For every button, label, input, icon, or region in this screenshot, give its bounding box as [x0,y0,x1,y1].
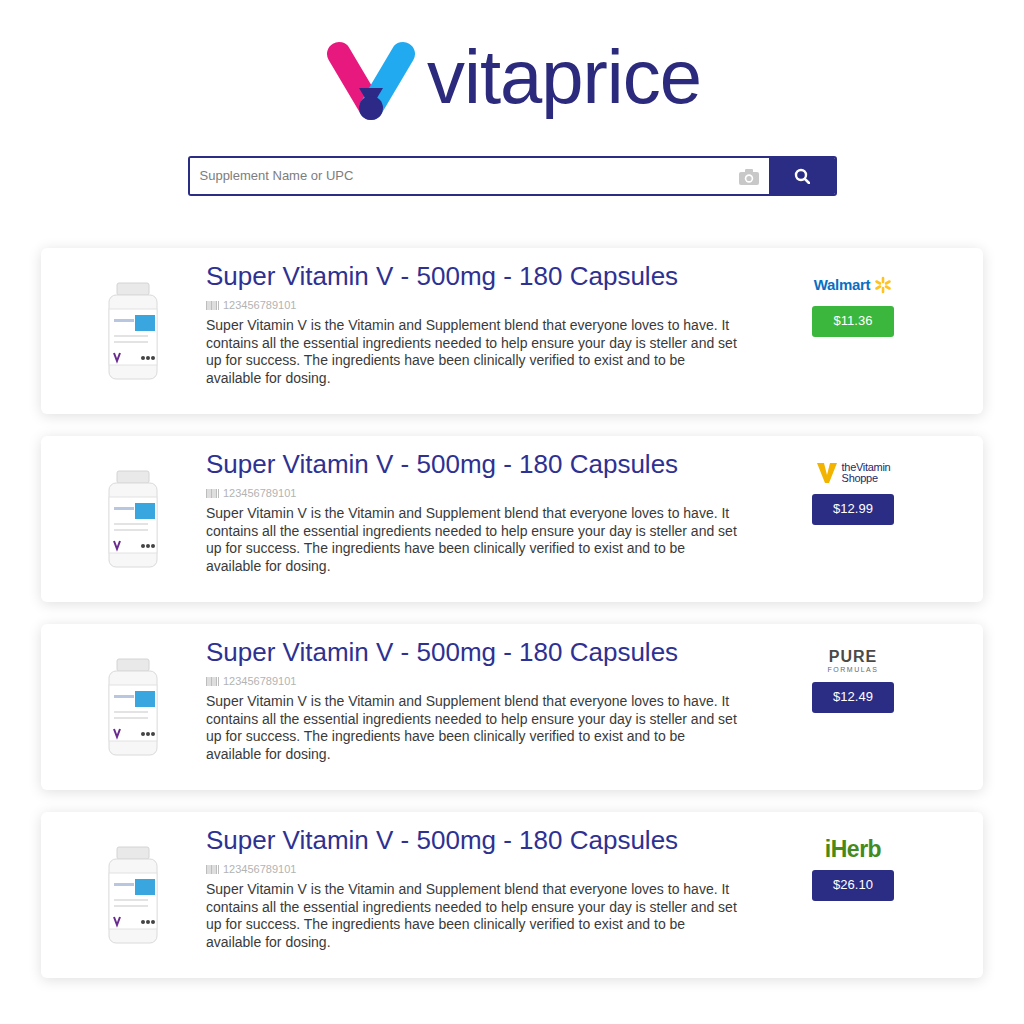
product-upc: 123456789101 [206,674,741,688]
barcode-icon [206,489,219,498]
search-button[interactable] [769,158,835,194]
store-name-block: PUREFORMULAS [828,649,879,674]
product-info: Super Vitamin V - 500mg - 180 Capsules 12… [206,436,753,602]
product-upc: 123456789101 [206,862,741,876]
product-info: Super Vitamin V - 500mg - 180 Capsules 12… [206,812,753,978]
price-button[interactable]: $12.99 [812,494,894,525]
result-card[interactable]: Super Vitamin V - 500mg - 180 Capsules 12… [41,812,983,978]
bottle-icon [105,469,161,569]
store-offer: theVitaminShoppe $12.99 [753,436,983,602]
upc-code: 123456789101 [223,862,296,876]
upc-code: 123456789101 [223,298,296,312]
result-card[interactable]: Super Vitamin V - 500mg - 180 Capsules 12… [41,624,983,790]
result-card[interactable]: Super Vitamin V - 500mg - 180 Capsules 12… [41,248,983,414]
search-input[interactable] [190,158,729,194]
camera-icon [738,167,760,186]
bottle-icon [105,657,161,757]
product-description: Super Vitamin V is the Vitamin and Suppl… [206,693,741,763]
product-info: Super Vitamin V - 500mg - 180 Capsules 12… [206,624,753,790]
product-image[interactable] [41,812,206,978]
product-image[interactable] [41,624,206,790]
bottle-icon [105,845,161,945]
price-button[interactable]: $26.10 [812,870,894,901]
barcode-icon [206,865,219,874]
product-upc: 123456789101 [206,486,741,500]
brand-logo[interactable]: vitaprice [41,38,983,126]
store-logo[interactable]: Walmart [814,268,893,302]
product-description: Super Vitamin V is the Vitamin and Suppl… [206,881,741,951]
store-logo[interactable]: iHerb [825,832,881,866]
store-name-block: theVitaminShoppe [842,462,891,484]
search-bar [188,156,837,196]
upc-code: 123456789101 [223,674,296,688]
vitamin-shoppe-icon [816,461,838,485]
price-button[interactable]: $12.49 [812,682,894,713]
camera-button[interactable] [729,158,769,194]
results-list: Super Vitamin V - 500mg - 180 Capsules 12… [41,248,983,978]
result-card[interactable]: Super Vitamin V - 500mg - 180 Capsules 12… [41,436,983,602]
price-button[interactable]: $11.36 [812,306,894,337]
store-name[interactable]: Shoppe [842,473,891,484]
product-title[interactable]: Super Vitamin V - 500mg - 180 Capsules [206,824,741,856]
bottle-icon [105,281,161,381]
v-logo-icon [323,40,419,124]
product-title[interactable]: Super Vitamin V - 500mg - 180 Capsules [206,260,741,292]
product-info: Super Vitamin V - 500mg - 180 Capsules 12… [206,248,753,414]
product-description: Super Vitamin V is the Vitamin and Suppl… [206,317,741,387]
store-name[interactable]: FORMULAS [828,665,879,674]
store-name[interactable]: iHerb [825,836,881,862]
product-description: Super Vitamin V is the Vitamin and Suppl… [206,505,741,575]
search-icon [794,168,810,184]
store-logo[interactable]: PUREFORMULAS [828,644,879,678]
store-offer: iHerb $26.10 [753,812,983,978]
product-title[interactable]: Super Vitamin V - 500mg - 180 Capsules [206,636,741,668]
barcode-icon [206,677,219,686]
store-offer: PUREFORMULAS $12.49 [753,624,983,790]
product-upc: 123456789101 [206,298,741,312]
product-title[interactable]: Super Vitamin V - 500mg - 180 Capsules [206,448,741,480]
upc-code: 123456789101 [223,486,296,500]
store-name[interactable]: PURE [829,649,877,665]
product-image[interactable] [41,436,206,602]
barcode-icon [206,301,219,310]
store-name[interactable]: Walmart [814,274,871,297]
store-offer: Walmart $11.36 [753,248,983,414]
store-name[interactable]: theVitamin [842,462,891,473]
brand-name[interactable]: vitaprice [427,39,701,125]
product-image[interactable] [41,248,206,414]
store-logo[interactable]: theVitaminShoppe [816,456,891,490]
spark-icon [874,276,892,294]
